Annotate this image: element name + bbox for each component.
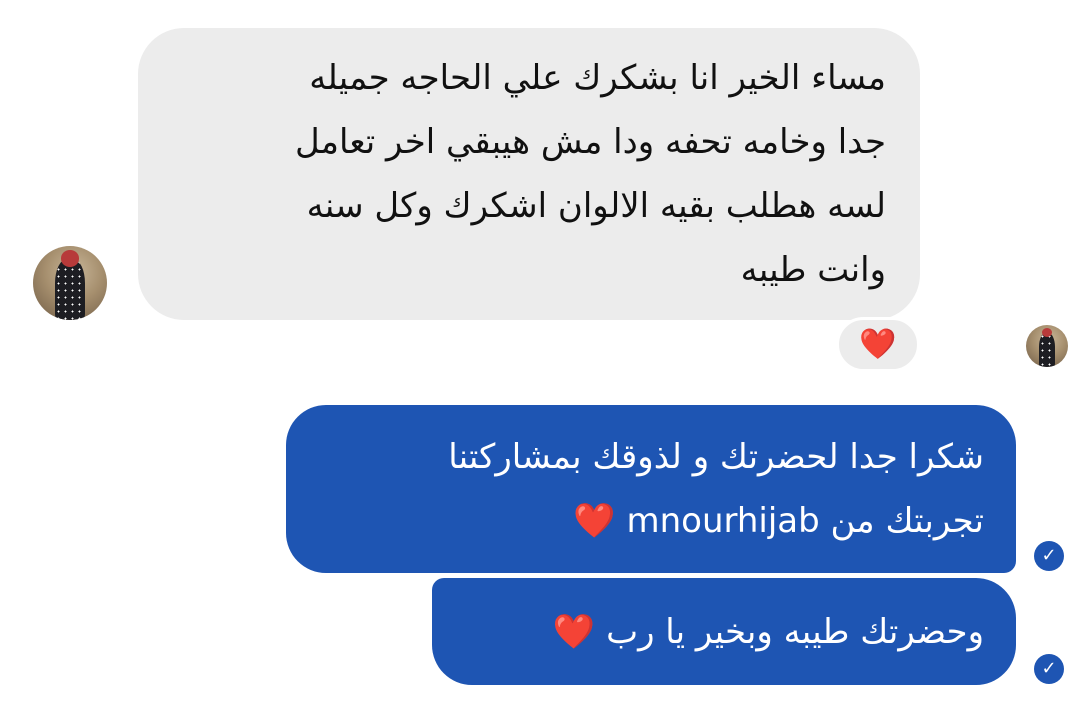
message-line: تجربتك من mnourhijab ❤️	[310, 489, 984, 553]
message-line: لسه هطلب بقيه الالوان اشكرك وكل سنه	[306, 186, 886, 226]
heart-icon: ❤️	[573, 501, 616, 541]
outgoing-message-bubble[interactable]: وحضرتك طيبه وبخير يا رب ❤️	[432, 578, 1016, 685]
avatar-head	[61, 250, 79, 267]
read-check-icon: ✓	[1034, 541, 1064, 571]
message-line: مساء الخير انا بشكرك علي الحاجه جميله	[309, 58, 886, 98]
read-check-icon: ✓	[1034, 654, 1064, 684]
heart-icon: ❤️	[859, 327, 897, 362]
heart-reaction-badge[interactable]: ❤️	[836, 317, 920, 372]
message-text: وحضرتك طيبه وبخير يا رب	[606, 612, 984, 652]
message-line: وانت طيبه	[740, 250, 886, 290]
message-line: وحضرتك طيبه وبخير يا رب ❤️	[456, 600, 984, 664]
heart-icon: ❤️	[552, 612, 596, 652]
message-line: جدا وخامه تحفه ودا مش هيبقي اخر تعامل	[295, 122, 886, 162]
avatar-head	[1041, 327, 1053, 337]
message-line: شكرا جدا لحضرتك و لذوقك بمشاركتنا	[448, 437, 984, 477]
seen-avatar	[1026, 325, 1068, 367]
avatar-figure	[55, 259, 85, 320]
incoming-message-bubble[interactable]: مساء الخير انا بشكرك علي الحاجه جميله جد…	[138, 28, 920, 320]
contact-avatar[interactable]	[33, 246, 107, 320]
avatar-figure	[1038, 332, 1056, 367]
chat-thread: مساء الخير انا بشكرك علي الحاجه جميله جد…	[0, 0, 1080, 701]
outgoing-message-bubble[interactable]: شكرا جدا لحضرتك و لذوقك بمشاركتنا تجربتك…	[286, 405, 1016, 573]
message-text: تجربتك من mnourhijab	[626, 501, 984, 541]
